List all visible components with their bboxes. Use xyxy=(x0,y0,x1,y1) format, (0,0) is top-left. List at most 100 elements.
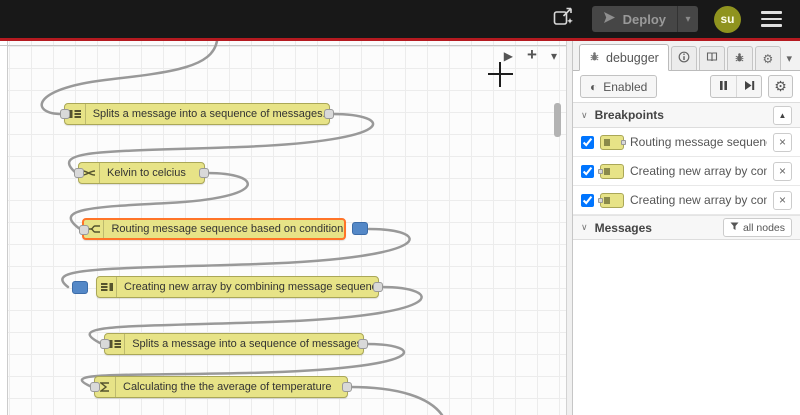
info-icon xyxy=(678,51,690,66)
breakpoint-row: Creating new array by combini × xyxy=(573,157,800,186)
tab-label: debugger xyxy=(606,50,659,65)
flow-canvas[interactable]: Splits a message into a sequence of mess… xyxy=(0,41,566,415)
sidebar-resize-handle[interactable] xyxy=(566,41,573,415)
output-port[interactable] xyxy=(324,109,334,119)
node-label: Splits a message into a sequence of mess… xyxy=(92,108,326,120)
deploy-icon xyxy=(603,11,616,27)
mini-node-icon xyxy=(598,192,624,208)
flow-node-split-1[interactable]: Splits a message into a sequence of mess… xyxy=(60,103,334,125)
chevron-down-icon: ∨ xyxy=(581,109,588,120)
remove-breakpoint-button[interactable]: × xyxy=(773,161,792,181)
flow-node-join-combine[interactable]: Creating new array by combining message … xyxy=(96,276,383,298)
step-forward-icon xyxy=(744,78,755,96)
flow-node-switch-routing[interactable]: Routing message sequence based on condit… xyxy=(79,218,346,240)
gear-icon: ⚙ xyxy=(762,51,774,66)
tab-debug-messages[interactable] xyxy=(726,46,753,70)
add-flow-icon[interactable]: + xyxy=(527,46,537,63)
debug-sidebar: debugger ⚙ ▾ ◐ Enabled ⚙ ∨ Breakpoints ▲… xyxy=(573,41,800,415)
messages-section-header[interactable]: ∨ Messages all nodes xyxy=(573,215,800,240)
hamburger-icon xyxy=(761,11,782,14)
node-label: Kelvin to celcius xyxy=(107,167,186,179)
book-icon xyxy=(706,51,718,66)
remove-breakpoint-button[interactable]: × xyxy=(773,132,792,152)
section-title: Messages xyxy=(594,220,652,235)
node-label: Routing message sequence based on condit… xyxy=(111,223,344,235)
deploy-main[interactable]: Deploy xyxy=(592,6,677,32)
tab-info[interactable] xyxy=(670,46,697,70)
canvas-toolbar: ▶ + ▾ xyxy=(504,46,557,63)
node-red-app: Deploy ▾ su Splits a message into a sequ… xyxy=(0,0,800,415)
message-filter-button[interactable]: all nodes xyxy=(722,218,792,237)
flow-node-split-2[interactable]: Splits a message into a sequence of mess… xyxy=(100,333,368,355)
breakpoint-row: Creating new array by combini × xyxy=(573,186,800,215)
deploy-label: Deploy xyxy=(622,11,666,27)
pause-icon xyxy=(719,78,728,96)
close-icon: × xyxy=(778,135,786,149)
breakpoints-section-header[interactable]: ∨ Breakpoints ▲ xyxy=(573,103,800,128)
close-icon: × xyxy=(778,164,786,178)
breakpoint-marker-input[interactable] xyxy=(72,281,88,294)
sidebar-tabbar: debugger ⚙ ▾ xyxy=(573,41,800,71)
breakpoint-row: Routing message sequence ba × xyxy=(573,128,800,157)
output-port[interactable] xyxy=(358,339,368,349)
join-node-icon xyxy=(97,277,118,297)
collapse-icon: ▲ xyxy=(778,110,787,120)
input-port[interactable] xyxy=(79,225,89,235)
debugger-settings-button[interactable]: ⚙ xyxy=(768,75,793,98)
breakpoint-checkbox[interactable] xyxy=(581,193,594,207)
deploy-button[interactable]: Deploy ▾ xyxy=(591,6,698,32)
tab-help[interactable] xyxy=(698,46,725,70)
pause-button[interactable] xyxy=(711,76,736,97)
toggle-icon: ◐ xyxy=(590,79,598,94)
debugger-tab-icon xyxy=(589,51,600,65)
user-avatar[interactable]: su xyxy=(714,5,741,33)
collapse-section-button[interactable]: ▲ xyxy=(773,105,792,125)
node-label: Creating new array by combining message … xyxy=(124,281,378,293)
breakpoint-label: Routing message sequence ba xyxy=(630,135,767,149)
enabled-label: Enabled xyxy=(603,79,648,94)
tab-debugger[interactable]: debugger xyxy=(579,44,669,71)
flow-list-chevron-icon[interactable]: ▾ xyxy=(551,50,557,62)
export-flow-button[interactable] xyxy=(550,6,576,32)
debugger-controls: ◐ Enabled ⚙ xyxy=(573,71,800,103)
node-label: Splits a message into a sequence of mess… xyxy=(132,338,363,350)
export-flow-icon xyxy=(551,5,575,34)
bug-icon xyxy=(734,52,745,66)
remove-breakpoint-button[interactable]: × xyxy=(773,190,792,210)
filter-funnel-icon xyxy=(730,222,739,234)
header-bar: Deploy ▾ su xyxy=(0,0,800,38)
debugger-enabled-toggle[interactable]: ◐ Enabled xyxy=(580,75,658,98)
main-menu-button[interactable] xyxy=(757,6,786,32)
chevron-down-icon: ▾ xyxy=(786,53,792,65)
tab-config-nodes[interactable]: ⚙ xyxy=(754,46,781,70)
deploy-options-button[interactable]: ▾ xyxy=(678,6,698,32)
breakpoint-checkbox[interactable] xyxy=(581,164,594,178)
step-button[interactable] xyxy=(736,76,761,97)
input-port[interactable] xyxy=(90,382,100,392)
breakpoint-checkbox[interactable] xyxy=(581,135,594,149)
flow-node-kelvin-to-celcius[interactable]: Kelvin to celcius xyxy=(74,162,209,184)
mini-node-icon xyxy=(600,134,626,150)
mini-node-icon xyxy=(598,163,624,179)
close-icon: × xyxy=(778,193,786,207)
output-port[interactable] xyxy=(342,382,352,392)
input-port[interactable] xyxy=(100,339,110,349)
input-port[interactable] xyxy=(74,168,84,178)
output-port[interactable] xyxy=(373,282,383,292)
output-port[interactable] xyxy=(199,168,209,178)
flow-node-average[interactable]: Calculating the the average of temperatu… xyxy=(90,376,352,398)
chevron-down-icon: ▾ xyxy=(685,13,691,25)
filter-label: all nodes xyxy=(742,221,785,234)
sidebar-tab-list-button[interactable]: ▾ xyxy=(782,52,796,70)
wire[interactable] xyxy=(348,385,444,415)
crosshair-cursor xyxy=(499,62,501,87)
play-icon[interactable]: ▶ xyxy=(504,50,513,62)
messages-empty-area xyxy=(573,240,800,415)
canvas-scrollbar-thumb[interactable] xyxy=(554,103,561,137)
node-label: Calculating the the average of temperatu… xyxy=(123,381,332,393)
breakpoint-marker-output[interactable] xyxy=(352,222,368,235)
input-port[interactable] xyxy=(60,109,70,119)
chevron-down-icon: ∨ xyxy=(581,222,588,232)
playback-button-group xyxy=(710,75,762,98)
breakpoint-label: Creating new array by combini xyxy=(630,193,767,207)
